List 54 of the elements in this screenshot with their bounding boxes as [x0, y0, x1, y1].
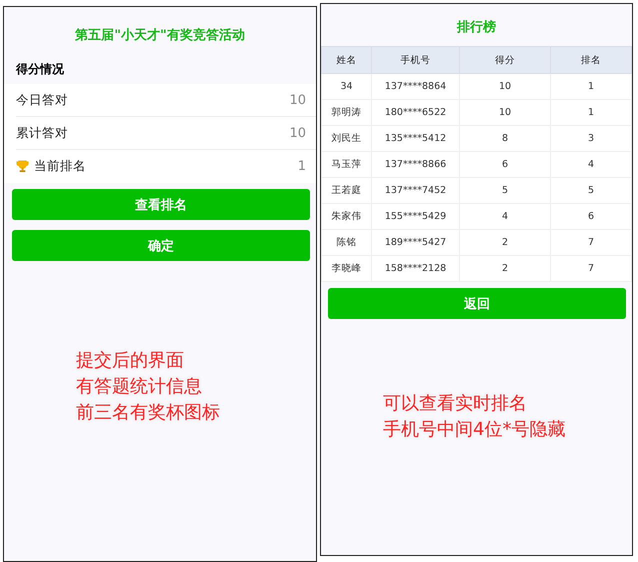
- table-cell: 1: [550, 100, 632, 126]
- table-cell: 135****5412: [372, 126, 460, 152]
- table-cell: 34: [322, 74, 372, 100]
- trophy-icon: [16, 160, 29, 173]
- action-button[interactable]: 查看排名: [12, 189, 310, 220]
- table-cell: 2: [460, 256, 550, 282]
- table-cell: 137****7452: [372, 178, 460, 204]
- table-cell: 5: [550, 178, 632, 204]
- table-cell: 刘民生: [322, 126, 372, 152]
- column-header: 姓名: [322, 46, 372, 74]
- annotation-text: 有答题统计信息: [76, 375, 203, 399]
- table-cell: 1: [550, 74, 632, 100]
- screen-title: 排行榜: [456, 18, 497, 37]
- back-button[interactable]: 返回: [328, 288, 626, 319]
- table-cell: 180****6522: [372, 100, 460, 126]
- annotation-text: 手机号中间4位*号隐藏: [383, 418, 566, 442]
- table-cell: 137****8864: [372, 74, 460, 100]
- table-cell: 朱家伟: [322, 204, 372, 230]
- column-header: 手机号: [372, 46, 460, 74]
- table-cell: 158****2128: [372, 256, 460, 282]
- table-cell: 6: [460, 152, 550, 178]
- table-cell: 4: [460, 204, 550, 230]
- table-cell: 10: [460, 100, 550, 126]
- table-cell: 7: [550, 256, 632, 282]
- table-cell: 李晓峰: [322, 256, 372, 282]
- stat-value: 1: [298, 159, 306, 174]
- column-header: 排名: [550, 46, 632, 74]
- column-header: 得分: [460, 46, 550, 74]
- section-title: 得分情况: [14, 61, 65, 78]
- table-cell: 王若庭: [322, 178, 372, 204]
- table-cell: 6: [550, 204, 632, 230]
- stat-value: 10: [289, 92, 306, 108]
- table-cell: 7: [550, 230, 632, 256]
- action-button[interactable]: 确定: [12, 230, 310, 261]
- stat-label: 当前排名: [34, 158, 87, 175]
- table-cell: 马玉萍: [322, 152, 372, 178]
- table-cell: 陈铭: [322, 230, 372, 256]
- annotation-text: 前三名有奖杯图标: [76, 401, 221, 425]
- table-cell: 3: [550, 126, 632, 152]
- table-cell: 4: [550, 152, 632, 178]
- stat-label: 累计答对: [16, 124, 69, 142]
- screen-title: 第五届"小天才"有奖竞答活动: [74, 26, 246, 45]
- table-cell: 155****5429: [372, 204, 460, 230]
- annotation-text: 提交后的界面: [76, 349, 185, 373]
- table-cell: 189****5427: [372, 230, 460, 256]
- table-cell: 5: [460, 178, 550, 204]
- table-cell: 8: [460, 126, 550, 152]
- table-cell: 137****8866: [372, 152, 460, 178]
- stat-label: 今日答对: [16, 92, 69, 108]
- annotation-text: 可以查看实时排名: [383, 392, 528, 416]
- stat-value: 10: [289, 126, 306, 140]
- table-cell: 2: [460, 230, 550, 256]
- table-cell: 郭明涛: [322, 100, 372, 126]
- table-cell: 10: [460, 74, 550, 100]
